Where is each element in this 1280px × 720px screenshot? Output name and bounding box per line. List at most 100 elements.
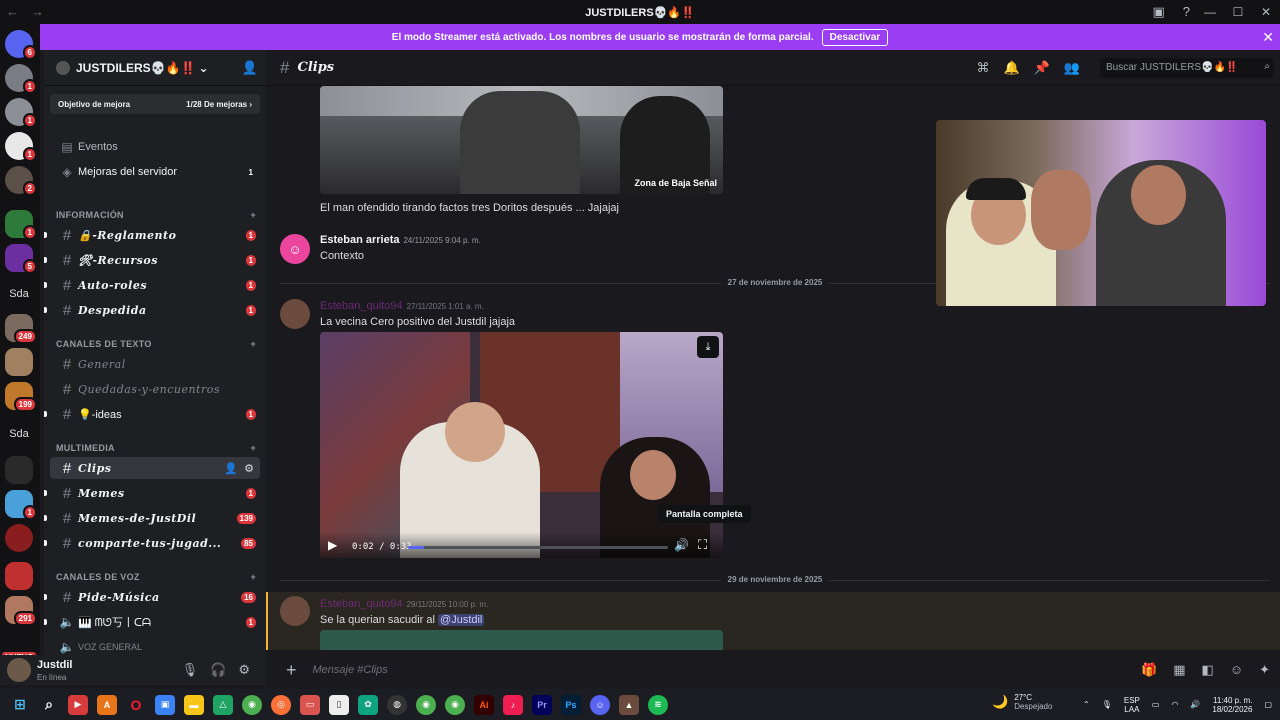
discord-avatar-icon[interactable]: ☺ <box>280 234 310 264</box>
server-icon[interactable]: 199 <box>5 382 37 412</box>
server-icon[interactable] <box>5 348 33 376</box>
server-icon[interactable]: Sda <box>5 280 33 308</box>
add-channel-icon[interactable]: + <box>250 443 256 453</box>
play-icon[interactable]: ▶ <box>328 538 337 552</box>
server-icon[interactable]: 5 <box>5 244 37 274</box>
chatgpt-icon[interactable]: ✿ <box>358 694 378 715</box>
minimize-icon[interactable]: — <box>1196 5 1224 19</box>
server-header[interactable]: JUSTDILERS💀🔥‼️ ⌄ 👤 <box>44 50 266 86</box>
add-channel-icon[interactable]: + <box>250 572 256 582</box>
user-avatar[interactable] <box>280 299 310 329</box>
maximize-icon[interactable]: ☐ <box>1224 5 1252 19</box>
server-icon[interactable] <box>5 524 33 552</box>
download-icon[interactable]: ⤓ <box>697 336 719 358</box>
app-icon[interactable]: ▶ <box>68 694 88 715</box>
add-channel-icon[interactable]: + <box>250 210 256 220</box>
category-info[interactable]: INFORMACIÓN + <box>56 210 256 220</box>
invite-icon[interactable]: 👤 <box>242 60 258 76</box>
category-media[interactable]: MULTIMEDIA + <box>56 443 256 453</box>
server-boosts-item[interactable]: ◈ Mejoras del servidor 1 <box>44 161 266 183</box>
channel-reglamento[interactable]: # 🔒-Reglamento 1 <box>44 224 266 246</box>
search-input[interactable]: Buscar JUSTDILERS💀🔥‼️ ⌕ <box>1100 58 1274 78</box>
server-icon[interactable] <box>5 456 33 484</box>
headphones-icon[interactable]: 🎧 <box>210 662 226 678</box>
channel-pide-musica[interactable]: # Pide-Música 16 <box>44 586 266 608</box>
invite-icon[interactable]: 👤 <box>224 462 238 475</box>
file-icon[interactable]: ▯ <box>329 694 349 715</box>
chrome-icon[interactable]: ◉ <box>242 694 262 715</box>
gif-icon[interactable]: ▦ <box>1173 662 1185 678</box>
sticker-icon[interactable]: ◧ <box>1202 662 1214 678</box>
drive-icon[interactable]: △ <box>213 694 233 715</box>
speaker-icon[interactable]: 🔊 <box>1190 700 1200 709</box>
opera-icon[interactable]: O <box>126 695 146 715</box>
message-image[interactable]: Zona de Baja Señal <box>320 86 723 194</box>
boost-goal-bar[interactable]: Objetivo de mejora 1/28 De mejoras › <box>50 94 260 114</box>
user-avatar[interactable] <box>7 658 31 682</box>
category-voice[interactable]: CANALES DE VOZ + <box>56 572 256 582</box>
dm-avatar[interactable]: 2 <box>5 166 37 196</box>
language-indicator[interactable]: ESP LAA <box>1124 696 1140 714</box>
threads-icon[interactable]: ⌘ <box>976 60 989 76</box>
monitor-icon[interactable]: ▭ <box>1152 700 1160 709</box>
events-item[interactable]: ▤ Eventos <box>44 136 266 158</box>
chrome-icon[interactable]: ◉ <box>445 694 465 715</box>
clock[interactable]: 11:40 p. m. 18/02/2026 <box>1212 696 1252 714</box>
add-channel-icon[interactable]: + <box>250 339 256 349</box>
user-avatar[interactable] <box>280 596 310 626</box>
server-icon[interactable]: 1 <box>5 210 37 240</box>
app-icon[interactable]: ◍ <box>387 694 407 715</box>
chevron-up-icon[interactable]: ⌃ <box>1083 700 1090 709</box>
dm-avatar[interactable]: 1 <box>5 98 37 128</box>
add-attachment-icon[interactable]: + <box>286 660 297 681</box>
user-mention[interactable]: @Justdil <box>438 614 485 626</box>
illustrator-icon[interactable]: Ai <box>474 694 494 715</box>
premiere-icon[interactable]: Pr <box>532 694 552 715</box>
video-progress-track[interactable] <box>408 546 668 549</box>
message-author[interactable]: Esteban arrieta 24/11/2025 9:04 p. m. <box>320 234 481 246</box>
mic-icon[interactable]: 🎙 <box>1102 700 1112 709</box>
message-input[interactable]: Mensaje #Clips <box>313 664 388 676</box>
close-banner-icon[interactable]: ✕ <box>1262 29 1274 46</box>
channel-ideas[interactable]: # 💡-ideas 1 <box>44 403 266 425</box>
discord-home-icon[interactable]: 6 <box>5 30 37 60</box>
channel-despedida[interactable]: # Despedida 1 <box>44 299 266 321</box>
server-icon[interactable] <box>5 562 33 590</box>
message-author[interactable]: Esteban_quito94 27/11/2025 1:01 a. m. <box>320 300 484 312</box>
firefox-icon[interactable]: ◎ <box>271 694 291 715</box>
windows-start-icon[interactable]: ⊞ <box>10 695 30 715</box>
server-icon[interactable]: 249 <box>5 314 37 344</box>
wifi-icon[interactable]: ◠ <box>1171 700 1178 709</box>
category-text[interactable]: CANALES DE TEXTO + <box>56 339 256 349</box>
settings-gear-icon[interactable]: ⚙ <box>238 662 250 678</box>
channel-autoroles[interactable]: # Auto-roles 1 <box>44 274 266 296</box>
pin-icon[interactable]: 📌 <box>1034 60 1050 76</box>
video-player[interactable]: ⤓ ▶ 0:02 / 0:33 🔊 ⛶ <box>320 332 723 558</box>
gear-icon[interactable]: ⚙ <box>244 462 254 475</box>
folder-icon[interactable]: ▬ <box>184 694 204 715</box>
channel-clips[interactable]: # Clips 👤 ⚙ <box>50 457 260 479</box>
channel-comparte[interactable]: # comparte-tus-jugad... 85 <box>44 532 266 554</box>
channel-musica-voice[interactable]: 🔈 🎹 ᗰᘎ丂丨ᑕᗩ 1 <box>44 611 266 633</box>
picture-in-picture-stream[interactable] <box>936 120 1266 306</box>
help-icon[interactable]: ? <box>1183 4 1190 20</box>
volume-icon[interactable]: 🔊 <box>674 538 689 552</box>
channel-voz-general[interactable]: 🔈 VOZ GENERAL <box>44 636 266 655</box>
message-image[interactable] <box>320 630 723 650</box>
message-author[interactable]: Esteban_quito94 29/11/2025 10:00 p. m. <box>320 598 488 610</box>
notification-icon[interactable]: ▢ <box>1264 700 1272 709</box>
microphone-icon[interactable]: 🎙 <box>182 662 199 678</box>
dm-avatar[interactable]: 1 <box>5 132 37 162</box>
app-icon[interactable]: ▭ <box>300 694 320 715</box>
inbox-icon[interactable]: ▣ <box>1152 4 1164 20</box>
emoji-icon[interactable]: ☺ <box>1230 662 1243 678</box>
store-icon[interactable]: ▣ <box>155 694 175 715</box>
channel-memes-justdil[interactable]: # Memes-de-JustDil 139 <box>44 507 266 529</box>
server-icon[interactable]: 1 <box>5 490 37 520</box>
spotify-icon[interactable]: ≋ <box>648 694 668 715</box>
server-icon[interactable]: Sda <box>5 420 33 448</box>
app-icon[interactable]: A <box>97 694 117 715</box>
channel-quedadas[interactable]: # Quedadas-y-encuentros <box>44 378 266 400</box>
apps-icon[interactable]: ✦ <box>1259 662 1270 678</box>
tiktok-icon[interactable]: ♪ <box>503 694 523 715</box>
